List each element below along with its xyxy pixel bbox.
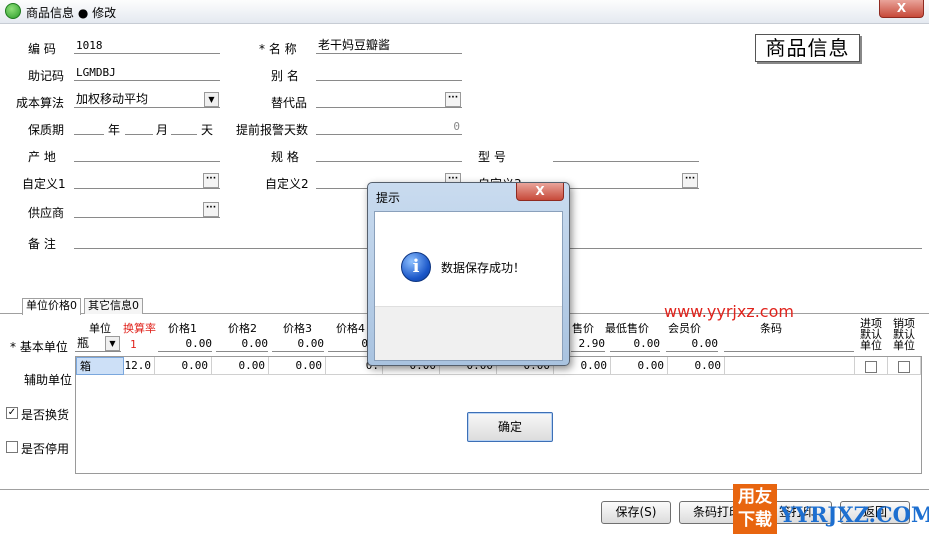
- watermark-badge: 用友 下载: [733, 484, 777, 534]
- warn-days-input[interactable]: 0: [316, 119, 462, 135]
- shelf-year-input[interactable]: [74, 119, 104, 135]
- base-retail-value[interactable]: 2.90: [571, 336, 605, 352]
- remark-label: 备 注: [28, 237, 56, 251]
- custom1-browse-button[interactable]: ···: [203, 173, 219, 188]
- origin-label: 产 地: [28, 150, 56, 164]
- substitute-label: 替代品: [271, 96, 308, 110]
- name-label: * 名 称: [259, 42, 297, 56]
- col-retail: 售价: [572, 322, 594, 335]
- substitute-browse-button[interactable]: ···: [445, 92, 461, 107]
- code-label: 编 码: [28, 42, 56, 56]
- spec-input[interactable]: [316, 146, 462, 162]
- dialog-body: i 数据保存成功！ 确定: [374, 211, 563, 442]
- base-rate-value[interactable]: 1: [130, 338, 137, 351]
- tab-other-info[interactable]: 其它信息0: [84, 298, 143, 314]
- aux-price3-value[interactable]: 0.00: [269, 357, 326, 375]
- alias-input[interactable]: [316, 65, 462, 81]
- mnemonic-input[interactable]: LGMDBJ: [74, 65, 220, 81]
- col-unit: 单位: [89, 322, 111, 335]
- col-barcode: 条码: [760, 322, 782, 335]
- aux-unit-label: 辅助单位: [24, 373, 73, 387]
- col-price2: 价格2: [228, 322, 257, 335]
- col-out-default: 销项默认单位: [893, 317, 915, 352]
- spec-label: 规 格: [271, 150, 299, 164]
- chevron-down-icon[interactable]: ▼: [204, 92, 219, 107]
- exchange-checkbox[interactable]: ✓: [6, 407, 18, 419]
- window-title: 商品信息 ● 修改: [26, 6, 117, 20]
- supplier-label: 供应商: [28, 206, 65, 220]
- alias-label: 别 名: [271, 69, 299, 83]
- custom3-browse-button[interactable]: ···: [682, 173, 698, 188]
- title-bar: [0, 0, 929, 24]
- aux-barcode-value[interactable]: [725, 357, 855, 375]
- ok-button[interactable]: 确定: [467, 412, 553, 442]
- aux-unit-value[interactable]: 箱: [76, 357, 124, 375]
- base-unit-chevron-down-icon[interactable]: ▼: [105, 336, 120, 351]
- tab-unit-price[interactable]: 单位价格0: [22, 298, 81, 315]
- shelf-day-input[interactable]: [171, 119, 197, 135]
- dialog-title: 提示: [376, 191, 401, 205]
- warn-days-label: 提前报警天数: [236, 123, 309, 137]
- code-input[interactable]: 1018: [74, 38, 220, 54]
- custom3-input[interactable]: [553, 173, 699, 189]
- custom1-input[interactable]: [74, 173, 220, 189]
- base-member-price-value[interactable]: 0.00: [666, 336, 718, 352]
- product-info-stamp: 商品信息: [755, 34, 860, 62]
- year-label: 年: [108, 123, 121, 137]
- dialog-footer: 确定: [375, 306, 562, 442]
- col-member-price: 会员价: [668, 322, 701, 335]
- dialog-message: 数据保存成功！: [441, 261, 526, 275]
- base-barcode-value[interactable]: [724, 336, 854, 352]
- watermark-badge-line1: 用友: [738, 487, 772, 507]
- shelf-month-input[interactable]: [125, 119, 153, 135]
- col-rate: 换算率: [123, 322, 156, 335]
- custom1-label: 自定义1: [22, 177, 66, 191]
- col-price1: 价格1: [168, 322, 197, 335]
- origin-input[interactable]: [74, 146, 220, 162]
- aux-price1-value[interactable]: 0.00: [155, 357, 212, 375]
- base-min-price-value[interactable]: 0.00: [610, 336, 660, 352]
- shelf-life-label: 保质期: [28, 123, 65, 137]
- base-price2-value[interactable]: 0.00: [216, 336, 268, 352]
- month-label: 月: [156, 123, 169, 137]
- base-price3-value[interactable]: 0.00: [272, 336, 324, 352]
- col-in-default: 进项默认单位: [860, 317, 882, 352]
- aux-rate-value[interactable]: 12.0: [124, 357, 155, 375]
- col-min-price: 最低售价: [605, 322, 649, 335]
- aux-price2-value[interactable]: 0.00: [212, 357, 269, 375]
- custom2-label: 自定义2: [265, 177, 309, 191]
- app-icon: [5, 3, 21, 19]
- mnemonic-label: 助记码: [28, 69, 65, 83]
- col-price4: 价格4: [336, 322, 365, 335]
- aux-in-default-checkbox[interactable]: [865, 361, 877, 373]
- window-close-button[interactable]: X: [879, 0, 924, 18]
- name-input[interactable]: 老干妈豆瓣酱: [316, 38, 462, 54]
- watermark-brand: YYRJXZ.COM: [780, 502, 929, 527]
- save-button[interactable]: 保存(S): [601, 501, 671, 524]
- aux-member-price-value[interactable]: 0.00: [668, 357, 725, 375]
- watermark-url: www.yyrjxz.com: [664, 302, 794, 321]
- base-price1-value[interactable]: 0.00: [158, 336, 212, 352]
- base-unit-label: * 基本单位: [10, 340, 68, 354]
- aux-out-default-checkbox[interactable]: [898, 361, 910, 373]
- supplier-input[interactable]: [74, 202, 220, 218]
- footer-divider: [0, 489, 929, 490]
- disable-label: 是否停用: [21, 442, 70, 456]
- exchange-label: 是否换货: [21, 408, 70, 422]
- substitute-input[interactable]: [316, 92, 462, 108]
- model-input[interactable]: [553, 146, 699, 162]
- dialog-close-button[interactable]: X: [516, 183, 564, 201]
- save-success-dialog: 提示 X i 数据保存成功！ 确定: [367, 182, 570, 442]
- col-price3: 价格3: [283, 322, 312, 335]
- info-icon: i: [401, 252, 431, 282]
- model-label: 型 号: [478, 150, 506, 164]
- disable-checkbox[interactable]: [6, 441, 18, 453]
- base-price4-value[interactable]: 0: [328, 336, 368, 352]
- aux-min-price-value[interactable]: 0.00: [611, 357, 668, 375]
- cost-method-label: 成本算法: [16, 96, 65, 110]
- watermark-badge-line2: 下载: [738, 510, 772, 530]
- cost-method-select[interactable]: 加权移动平均: [74, 92, 220, 108]
- supplier-browse-button[interactable]: ···: [203, 202, 219, 217]
- day-label: 天: [201, 123, 214, 137]
